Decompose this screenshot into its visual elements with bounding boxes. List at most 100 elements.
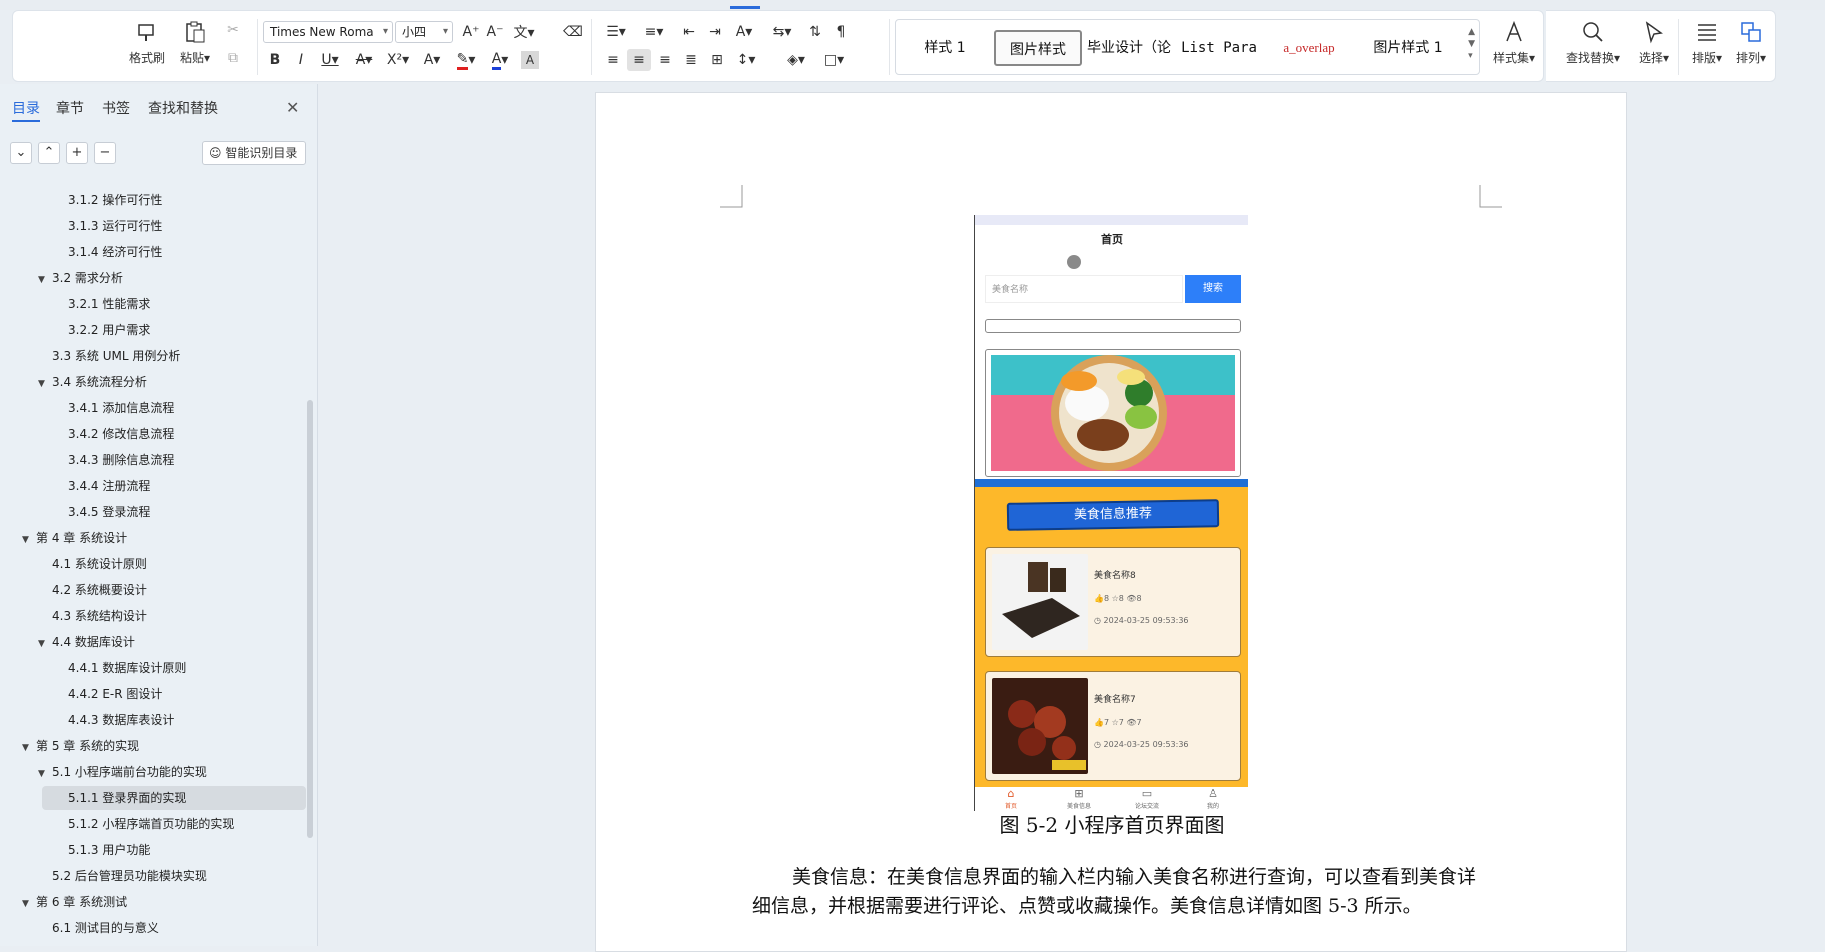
- toc-item[interactable]: 4.1 系统设计原则: [52, 552, 147, 576]
- gallery-scroll-icon[interactable]: ▲ ▼ ▾: [1468, 26, 1475, 62]
- highlight-color-icon[interactable]: ✎ ▾: [451, 49, 481, 71]
- format-painter-button[interactable]: 格式刷: [125, 19, 169, 77]
- paste-button[interactable]: 粘贴▾: [173, 19, 217, 77]
- toc-item[interactable]: 4.3 系统结构设计: [52, 604, 147, 628]
- expand-triangle-icon[interactable]: ▼: [38, 268, 52, 292]
- toc-item[interactable]: 4.4.1 数据库设计原则: [68, 656, 186, 680]
- text-effect-icon[interactable]: A▾: [417, 49, 447, 71]
- strikethrough-icon[interactable]: A▾: [349, 49, 379, 71]
- italic-icon[interactable]: I: [289, 49, 313, 71]
- toc-item[interactable]: 4.4.2 E-R 图设计: [68, 682, 162, 706]
- expand-triangle-icon[interactable]: ▼: [22, 892, 36, 916]
- line-break-icon[interactable]: ⇆▾: [767, 21, 797, 43]
- sort-icon[interactable]: ⇅: [803, 21, 827, 43]
- toc-item[interactable]: 4.2 系统概要设计: [52, 578, 147, 602]
- line-spacing-icon[interactable]: ↕▾: [731, 49, 761, 71]
- copy-icon[interactable]: ⧉: [221, 47, 245, 69]
- collapse-up-button[interactable]: ⌃: [38, 142, 60, 164]
- justify-icon[interactable]: ≣: [679, 49, 703, 71]
- toc-item[interactable]: 5.1.3 用户功能: [68, 838, 150, 862]
- decrease-indent-icon[interactable]: ⇤: [677, 21, 701, 43]
- toc-item[interactable]: ▼ 4.4 数据库设计: [38, 630, 135, 654]
- font-name-select[interactable]: Times New Roma ▾: [263, 21, 393, 43]
- select-button[interactable]: 选择▾: [1630, 19, 1678, 77]
- text-direction-icon[interactable]: A▾: [729, 21, 759, 43]
- increase-indent-icon[interactable]: ⇥: [703, 21, 727, 43]
- tab-toc[interactable]: 目录: [12, 98, 40, 122]
- grow-font-icon[interactable]: A⁺: [459, 21, 483, 43]
- cut-icon[interactable]: ✂: [221, 19, 245, 41]
- bold-icon[interactable]: B: [263, 49, 287, 71]
- smart-toc-button[interactable]: ☺ 智能识别目录: [202, 141, 306, 165]
- style-item-thesis[interactable]: 毕业设计（论: [1086, 30, 1172, 66]
- toc-item[interactable]: 5.1.1 登录界面的实现: [68, 786, 186, 810]
- expand-triangle-icon[interactable]: ▼: [38, 632, 52, 656]
- superscript-icon[interactable]: X²▾: [383, 49, 413, 71]
- align-center-icon[interactable]: ≡: [627, 49, 651, 71]
- toc-item[interactable]: 5.1.2 小程序端首页功能的实现: [68, 812, 234, 836]
- toc-item[interactable]: 3.1.3 运行可行性: [68, 214, 162, 238]
- toc-item[interactable]: ▼ 第 4 章 系统设计: [22, 526, 127, 550]
- toc-item[interactable]: 5.2 后台管理员功能模块实现: [52, 864, 207, 888]
- toc-item[interactable]: ▼ 第 6 章 系统测试: [22, 890, 127, 914]
- toc-item[interactable]: 3.4.1 添加信息流程: [68, 396, 174, 420]
- toc-item[interactable]: ▼ 第 5 章 系统的实现: [22, 734, 139, 758]
- style-item-image[interactable]: 图片样式: [994, 30, 1082, 66]
- toc-item[interactable]: ▼ 3.2 需求分析: [38, 266, 123, 290]
- toc-item[interactable]: 3.4.2 修改信息流程: [68, 422, 174, 446]
- tab-sections[interactable]: 章节: [56, 98, 84, 118]
- style-set-button[interactable]: 样式集▾: [1489, 19, 1539, 77]
- body-paragraph[interactable]: 美食信息：在美食信息界面的输入栏内输入美食名称进行查询，可以查看到美食详细信息，…: [752, 863, 1482, 921]
- toc-item[interactable]: 3.3 系统 UML 用例分析: [52, 344, 180, 368]
- toc-item-label: 3.2 需求分析: [52, 271, 123, 285]
- align-left-icon[interactable]: ≡: [601, 49, 625, 71]
- toc-item[interactable]: 3.4.3 删除信息流程: [68, 448, 174, 472]
- toc-item[interactable]: 3.4.5 登录流程: [68, 500, 150, 524]
- cursor-icon: [1645, 21, 1663, 44]
- font-size-select[interactable]: 小四 ▾: [395, 21, 453, 43]
- expand-triangle-icon[interactable]: ▼: [22, 736, 36, 760]
- show-marks-icon[interactable]: ¶: [829, 21, 853, 43]
- style-item-image-1[interactable]: 图片样式 1: [1358, 30, 1458, 66]
- toc-item[interactable]: ▼ 5.1 小程序端前台功能的实现: [38, 760, 207, 784]
- toc-item[interactable]: 4.4.3 数据库表设计: [68, 708, 174, 732]
- numbered-list-icon[interactable]: ≡▾: [639, 21, 669, 43]
- expand-triangle-icon[interactable]: ▼: [38, 372, 52, 396]
- close-icon[interactable]: ✕: [286, 98, 299, 117]
- layout-button[interactable]: 排版▾: [1686, 19, 1728, 77]
- clear-format-icon[interactable]: ⌫: [561, 21, 585, 43]
- style-item-list-para[interactable]: List Para: [1176, 30, 1262, 66]
- find-replace-button[interactable]: 查找替换▾: [1560, 19, 1626, 77]
- toc-item[interactable]: 3.1.2 操作可行性: [68, 188, 162, 212]
- distribute-icon[interactable]: ⊞: [705, 49, 729, 71]
- toc-item[interactable]: 3.4.4 注册流程: [68, 474, 150, 498]
- style-item-1[interactable]: 样式 1: [900, 30, 990, 66]
- align-right-icon[interactable]: ≡: [653, 49, 677, 71]
- toc-item[interactable]: 3.1.4 经济可行性: [68, 240, 162, 264]
- tab-find-replace[interactable]: 查找和替换: [148, 98, 218, 118]
- add-heading-button[interactable]: +: [66, 142, 88, 164]
- toc-item[interactable]: 6.1 测试目的与意义: [52, 916, 159, 940]
- style-item-overlap[interactable]: a_overlap: [1266, 30, 1352, 66]
- remove-heading-button[interactable]: −: [94, 142, 116, 164]
- char-shading-icon[interactable]: A: [521, 51, 539, 69]
- shrink-font-icon[interactable]: A⁻: [483, 21, 507, 43]
- pinyin-icon[interactable]: 文▾: [509, 21, 539, 43]
- font-color-icon[interactable]: A ▾: [485, 49, 515, 71]
- phone-section-title: 美食信息推荐: [1006, 499, 1220, 531]
- expand-triangle-icon[interactable]: ▼: [38, 762, 52, 786]
- border-icon[interactable]: □▾: [819, 49, 849, 71]
- expand-triangle-icon[interactable]: ▼: [22, 528, 36, 552]
- collapse-down-button[interactable]: ⌄: [10, 142, 32, 164]
- tab-bookmarks[interactable]: 书签: [102, 98, 130, 118]
- arrange-button[interactable]: 排列▾: [1730, 19, 1772, 77]
- toc-item[interactable]: 3.2.2 用户需求: [68, 318, 150, 342]
- toc-item[interactable]: ▼ 3.4 系统流程分析: [38, 370, 147, 394]
- bullet-list-icon[interactable]: ☰▾: [601, 21, 631, 43]
- shading-icon[interactable]: ◈▾: [781, 49, 811, 71]
- nav-scrollbar[interactable]: [307, 400, 313, 838]
- navigation-pane: 目录 章节 书签 查找和替换 ✕ ⌄ ⌃ + − ☺ 智能识别目录 3.1.2 …: [0, 84, 318, 946]
- toc-item-label: 5.1.2 小程序端首页功能的实现: [68, 817, 235, 831]
- underline-icon[interactable]: U▾: [315, 49, 345, 71]
- toc-item[interactable]: 3.2.1 性能需求: [68, 292, 150, 316]
